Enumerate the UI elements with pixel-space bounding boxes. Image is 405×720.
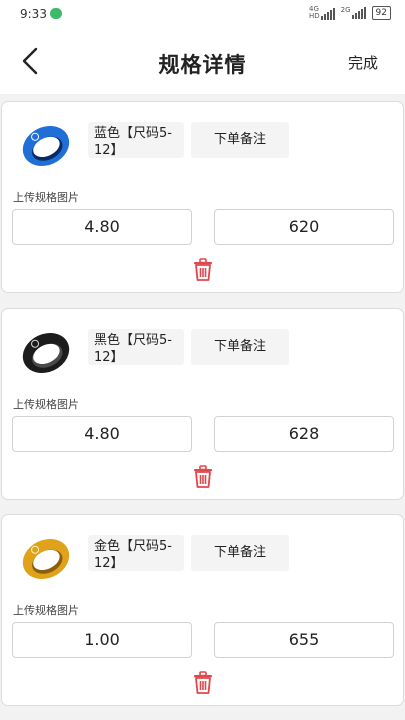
spec-card: 蓝色【尺码5-12】 下单备注 上传规格图片 4.80 620 [1, 101, 404, 293]
ring-image[interactable] [16, 116, 76, 176]
upload-spec-image-label[interactable]: 上传规格图片 [13, 396, 79, 412]
battery-icon: 92 [371, 6, 391, 20]
stock-field[interactable]: 655 [214, 622, 394, 658]
spec-color-label: 金色【尺码5-12】 [88, 535, 184, 571]
network-indicator-2: 2G [341, 7, 366, 19]
spec-color-label: 黑色【尺码5-12】 [88, 329, 184, 365]
signal-icon [320, 8, 335, 20]
upload-spec-image-label[interactable]: 上传规格图片 [13, 189, 79, 205]
nav-bar: 规格详情 完成 [0, 28, 405, 94]
page-title: 规格详情 [158, 53, 247, 77]
spec-card: 黑色【尺码5-12】 下单备注 上传规格图片 4.80 628 [1, 308, 404, 500]
hd-label: HD [309, 12, 320, 20]
status-time: 9:33 [20, 7, 47, 21]
spec-color-label: 蓝色【尺码5-12】 [88, 122, 184, 158]
price-field[interactable]: 1.00 [12, 622, 192, 658]
net2-label: 2G [340, 6, 351, 14]
order-remark-button[interactable]: 下单备注 [191, 329, 289, 365]
stock-field[interactable]: 628 [214, 416, 394, 452]
price-field[interactable]: 4.80 [12, 209, 192, 245]
ring-image[interactable] [16, 323, 76, 383]
order-remark-button[interactable]: 下单备注 [191, 535, 289, 571]
stock-field[interactable]: 620 [214, 209, 394, 245]
trash-icon[interactable] [192, 258, 214, 282]
network-indicator-1: 4G HD [309, 6, 335, 20]
status-indicators: 4G HD 2G 92 [309, 6, 391, 20]
status-bar: 9:33 4G HD 2G 92 [0, 0, 405, 28]
done-button[interactable]: 完成 [348, 52, 378, 73]
trash-icon[interactable] [192, 465, 214, 489]
price-field[interactable]: 4.80 [12, 416, 192, 452]
signal-icon [351, 7, 366, 19]
upload-spec-image-label[interactable]: 上传规格图片 [13, 602, 79, 618]
spec-card: 金色【尺码5-12】 下单备注 上传规格图片 1.00 655 [1, 514, 404, 706]
chat-app-icon [50, 8, 62, 19]
order-remark-button[interactable]: 下单备注 [191, 122, 289, 158]
ring-image[interactable] [16, 529, 76, 589]
trash-icon[interactable] [192, 671, 214, 695]
